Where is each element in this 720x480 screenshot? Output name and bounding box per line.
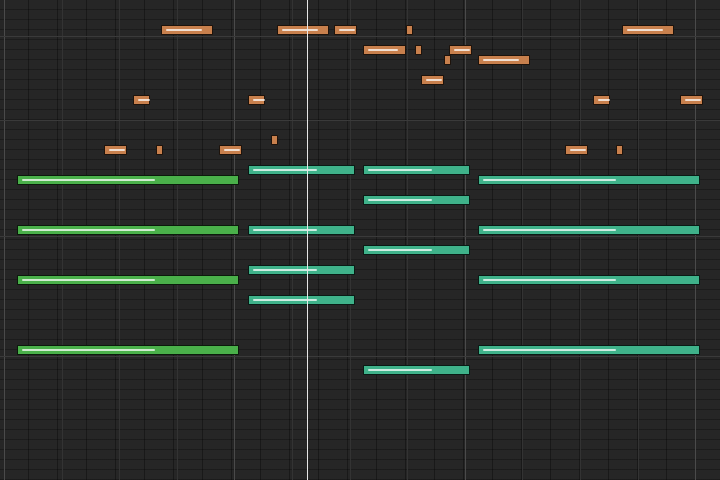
note-lead[interactable] xyxy=(363,45,406,55)
note-lead[interactable] xyxy=(622,25,674,35)
bar-line xyxy=(465,0,466,480)
note-velocity-highlight xyxy=(253,99,265,101)
note-chords-2[interactable] xyxy=(478,275,700,285)
note-velocity-highlight xyxy=(483,349,616,351)
note-velocity-highlight xyxy=(224,149,240,151)
note-velocity-highlight xyxy=(368,169,432,171)
note-lead[interactable] xyxy=(421,75,444,85)
note-lead[interactable] xyxy=(593,95,610,105)
piano-roll-grid[interactable] xyxy=(0,0,720,480)
note-lead[interactable] xyxy=(444,55,451,65)
note-lead[interactable] xyxy=(616,145,623,155)
note-velocity-highlight xyxy=(368,369,432,371)
bar-line xyxy=(695,0,696,480)
note-lead[interactable] xyxy=(680,95,703,105)
note-velocity-highlight xyxy=(483,229,616,231)
note-lead[interactable] xyxy=(219,145,242,155)
note-chords-2[interactable] xyxy=(478,345,700,355)
note-velocity-highlight xyxy=(166,29,202,31)
note-velocity-highlight xyxy=(22,279,155,281)
note-chords-2[interactable] xyxy=(248,225,355,235)
note-chords-2[interactable] xyxy=(248,265,355,275)
bar-line xyxy=(234,0,235,480)
note-lead[interactable] xyxy=(565,145,588,155)
note-chords-2[interactable] xyxy=(248,165,355,175)
note-chords-2[interactable] xyxy=(363,245,470,255)
bar-line xyxy=(350,0,351,480)
bar-line xyxy=(119,0,120,480)
note-velocity-highlight xyxy=(22,179,155,181)
note-chords-2[interactable] xyxy=(363,365,470,375)
note-velocity-highlight xyxy=(282,29,318,31)
playhead[interactable] xyxy=(307,0,308,480)
octave-line xyxy=(0,236,720,237)
note-chords-2[interactable] xyxy=(478,225,700,235)
bar-line xyxy=(4,0,5,480)
octave-line xyxy=(0,36,720,37)
note-chords-2[interactable] xyxy=(248,295,355,305)
note-velocity-highlight xyxy=(22,229,155,231)
note-chords-2[interactable] xyxy=(363,195,470,205)
note-chords-1[interactable] xyxy=(17,345,239,355)
note-velocity-highlight xyxy=(570,149,586,151)
note-velocity-highlight xyxy=(368,249,432,251)
note-chords-1[interactable] xyxy=(17,275,239,285)
bar-line xyxy=(407,0,408,480)
note-lead[interactable] xyxy=(406,25,413,35)
note-velocity-highlight xyxy=(22,349,155,351)
note-chords-2[interactable] xyxy=(478,175,700,185)
octave-line xyxy=(0,120,720,121)
note-lead[interactable] xyxy=(449,45,472,55)
note-chords-1[interactable] xyxy=(17,225,239,235)
bar-line xyxy=(580,0,581,480)
note-lead[interactable] xyxy=(104,145,127,155)
note-velocity-highlight xyxy=(109,149,125,151)
bar-line xyxy=(62,0,63,480)
note-lead[interactable] xyxy=(161,25,213,35)
bar-line xyxy=(638,0,639,480)
note-velocity-highlight xyxy=(483,179,616,181)
note-velocity-highlight xyxy=(339,29,355,31)
note-lead[interactable] xyxy=(156,145,163,155)
bar-line xyxy=(292,0,293,480)
note-lead[interactable] xyxy=(271,135,278,145)
note-velocity-highlight xyxy=(368,199,432,201)
note-velocity-highlight xyxy=(138,99,150,101)
bar-line xyxy=(177,0,178,480)
note-lead[interactable] xyxy=(248,95,265,105)
note-lead[interactable] xyxy=(334,25,357,35)
note-lead[interactable] xyxy=(478,55,530,65)
note-lead[interactable] xyxy=(133,95,150,105)
note-velocity-highlight xyxy=(685,99,701,101)
note-velocity-highlight xyxy=(627,29,663,31)
note-velocity-highlight xyxy=(598,99,610,101)
note-chords-2[interactable] xyxy=(363,165,470,175)
note-velocity-highlight xyxy=(454,49,470,51)
note-chords-1[interactable] xyxy=(17,175,239,185)
bar-line xyxy=(522,0,523,480)
note-velocity-highlight xyxy=(483,59,519,61)
note-lead[interactable] xyxy=(277,25,329,35)
note-lead[interactable] xyxy=(415,45,422,55)
octave-line xyxy=(0,356,720,357)
note-velocity-highlight xyxy=(483,279,616,281)
note-velocity-highlight xyxy=(368,49,398,51)
note-velocity-highlight xyxy=(426,79,442,81)
